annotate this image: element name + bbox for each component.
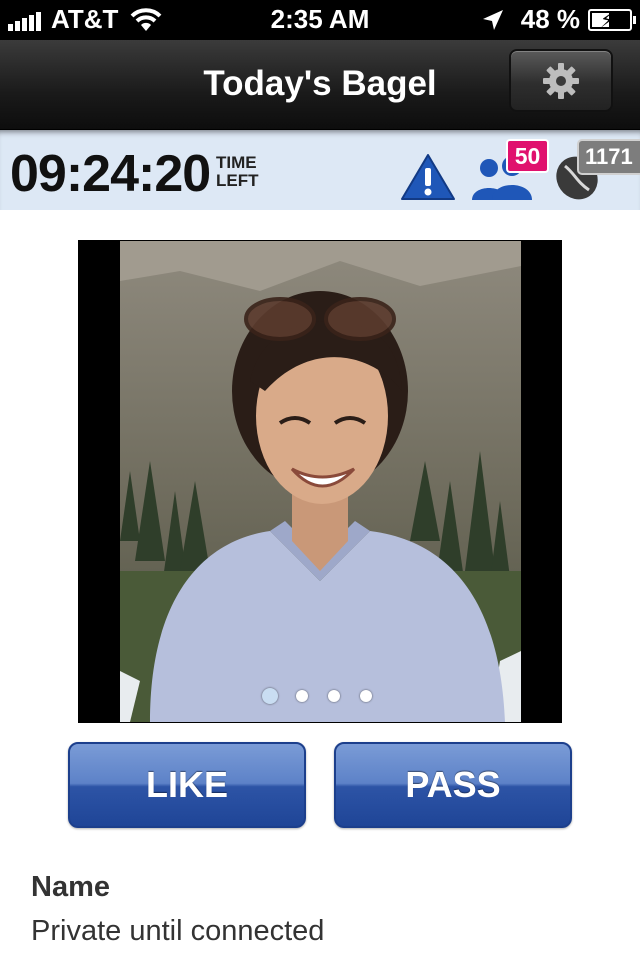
location-arrow-icon [482, 9, 503, 30]
warning-icon[interactable] [400, 152, 456, 202]
time-left-label: TIME LEFT [216, 154, 259, 190]
battery-percent: 48 % [520, 4, 580, 34]
like-button[interactable]: LIKE [68, 742, 306, 828]
charging-bolt-icon: ⚡ [600, 9, 615, 32]
nav-bar: Today's Bagel [0, 40, 640, 130]
pass-button[interactable]: PASS [334, 742, 572, 828]
time-left-line1: TIME [216, 153, 257, 172]
countdown-timer: 09:24:20 [10, 145, 211, 203]
name-value: Private until connected [31, 915, 325, 947]
settings-button[interactable] [509, 49, 613, 112]
bean-count[interactable]: 1171 [577, 139, 640, 175]
page-dot[interactable] [360, 690, 372, 702]
status-bar: AT&T 2:35 AM 48 % ⚡ [0, 0, 640, 40]
photo-page-indicator[interactable] [262, 688, 392, 704]
profile-photo-frame[interactable] [78, 240, 562, 723]
page-dot[interactable] [262, 688, 278, 704]
page-dot[interactable] [328, 690, 340, 702]
battery-icon: ⚡ [588, 8, 636, 32]
name-label: Name [31, 871, 110, 903]
connections-badge: 50 [506, 139, 549, 173]
page-dot[interactable] [296, 690, 308, 702]
time-left-line2: LEFT [216, 171, 259, 190]
gear-icon [543, 62, 579, 99]
profile-photo[interactable] [120, 241, 521, 722]
